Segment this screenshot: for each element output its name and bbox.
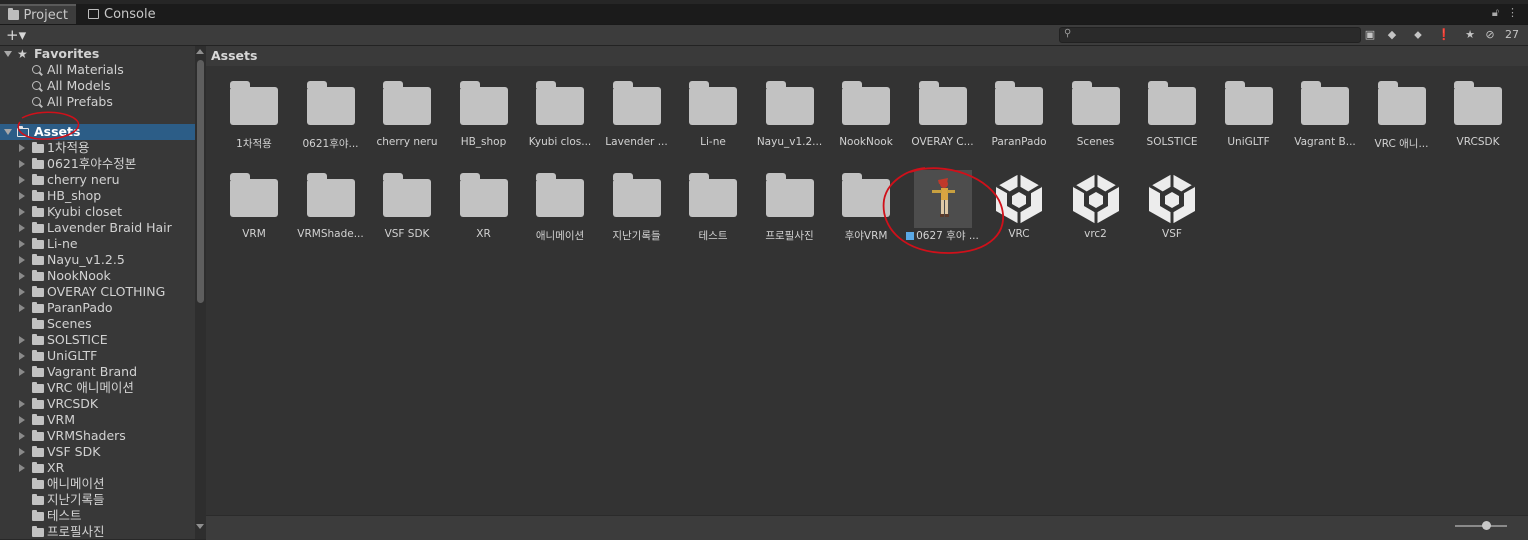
annotation-circle-prefab (882, 167, 1004, 254)
annotation-overlay (17, 111, 1004, 254)
annotation-circle-assets (17, 111, 80, 140)
